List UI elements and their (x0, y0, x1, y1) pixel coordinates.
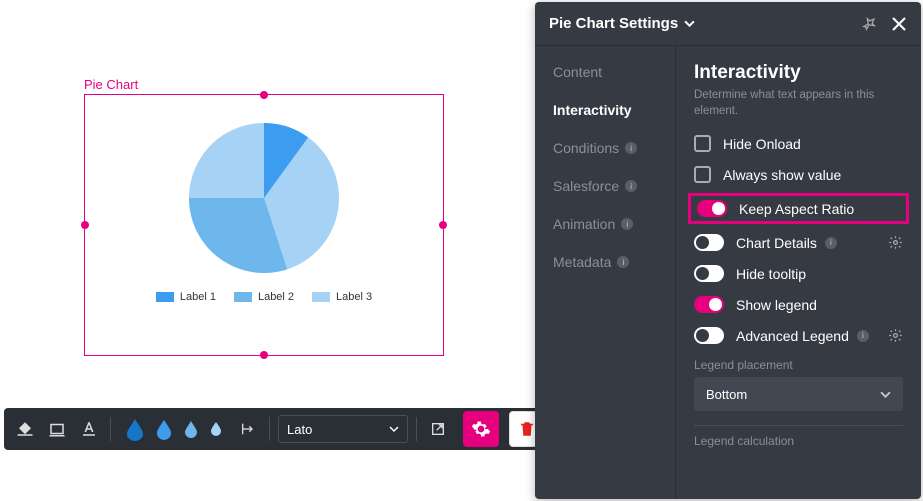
option-chart-details: Chart Details i (694, 234, 903, 251)
toggle-hide-tooltip[interactable] (694, 265, 724, 282)
swatch-drop-icon[interactable] (209, 420, 223, 438)
option-show-legend: Show legend (694, 296, 903, 313)
resize-handle-bottom[interactable] (260, 351, 268, 359)
pin-icon[interactable] (862, 16, 877, 31)
tab-interactivity[interactable]: Interactivity (553, 102, 675, 118)
toggle-chart-details[interactable] (694, 234, 724, 251)
section-subtitle: Determine what text appears in this elem… (694, 88, 903, 119)
option-hide-onload: Hide Onload (694, 135, 903, 152)
tab-content[interactable]: Content (553, 64, 675, 80)
font-family-select[interactable]: Lato (278, 415, 408, 443)
panel-title-dropdown[interactable]: Pie Chart Settings (549, 15, 695, 32)
info-icon: i (625, 180, 637, 192)
checkbox-always-show-value[interactable] (694, 166, 711, 183)
legend-placement-select[interactable]: Bottom (694, 377, 903, 411)
legend-placement-label: Legend placement (694, 358, 903, 372)
toggle-show-legend[interactable] (694, 296, 724, 313)
swatch-drop-icon[interactable] (155, 418, 173, 440)
legend-item: Label 1 (156, 291, 216, 303)
legend-item: Label 3 (312, 291, 372, 303)
align-left-icon[interactable] (235, 416, 261, 442)
info-icon: i (617, 256, 629, 268)
info-icon: i (857, 330, 869, 342)
border-icon[interactable] (44, 416, 70, 442)
tab-conditions[interactable]: Conditionsi (553, 140, 675, 156)
chevron-down-icon (389, 424, 399, 434)
legend-item: Label 2 (234, 291, 294, 303)
settings-button[interactable] (463, 411, 499, 447)
element-toolbar: Lato (4, 408, 553, 450)
section-title: Interactivity (694, 62, 903, 84)
panel-tabs: Content Interactivity Conditionsi Salesf… (535, 46, 675, 499)
option-always-show-value: Always show value (694, 166, 903, 183)
tab-animation[interactable]: Animationi (553, 216, 675, 232)
resize-handle-right[interactable] (439, 221, 447, 229)
legend-calculation-label: Legend calculation (694, 434, 903, 448)
chevron-down-icon (880, 389, 891, 400)
swatch-drop-icon[interactable] (183, 419, 199, 439)
fill-icon[interactable] (12, 416, 38, 442)
resize-handle-top[interactable] (260, 91, 268, 99)
tab-metadata[interactable]: Metadatai (553, 254, 675, 270)
close-icon[interactable] (891, 16, 907, 32)
panel-header: Pie Chart Settings (535, 2, 921, 46)
toggle-keep-aspect-ratio[interactable] (697, 200, 727, 217)
option-advanced-legend: Advanced Legend i (694, 327, 903, 344)
settings-panel: Pie Chart Settings Content Interactivity… (535, 2, 921, 499)
panel-content: Interactivity Determine what text appear… (675, 46, 921, 499)
gear-icon[interactable] (888, 328, 903, 343)
open-external-icon[interactable] (425, 416, 451, 442)
info-icon: i (825, 237, 837, 249)
toggle-advanced-legend[interactable] (694, 327, 724, 344)
checkbox-hide-onload[interactable] (694, 135, 711, 152)
option-hide-tooltip: Hide tooltip (694, 265, 903, 282)
option-keep-aspect-ratio: Keep Aspect Ratio (697, 200, 900, 217)
swatch-drop-icon[interactable] (125, 417, 145, 441)
resize-handle-left[interactable] (81, 221, 89, 229)
info-icon: i (621, 218, 633, 230)
info-icon: i (625, 142, 637, 154)
pie-chart-svg (189, 123, 339, 273)
chart-legend: Label 1 Label 2 Label 3 (156, 291, 372, 303)
selected-element-label: Pie Chart (84, 77, 138, 92)
color-swatches (125, 417, 223, 441)
gear-icon[interactable] (888, 235, 903, 250)
tab-salesforce[interactable]: Salesforcei (553, 178, 675, 194)
highlighted-option: Keep Aspect Ratio (688, 193, 909, 224)
text-color-icon[interactable] (76, 416, 102, 442)
pie-chart-element[interactable]: Label 1 Label 2 Label 3 (84, 94, 444, 356)
chevron-down-icon (684, 18, 695, 29)
